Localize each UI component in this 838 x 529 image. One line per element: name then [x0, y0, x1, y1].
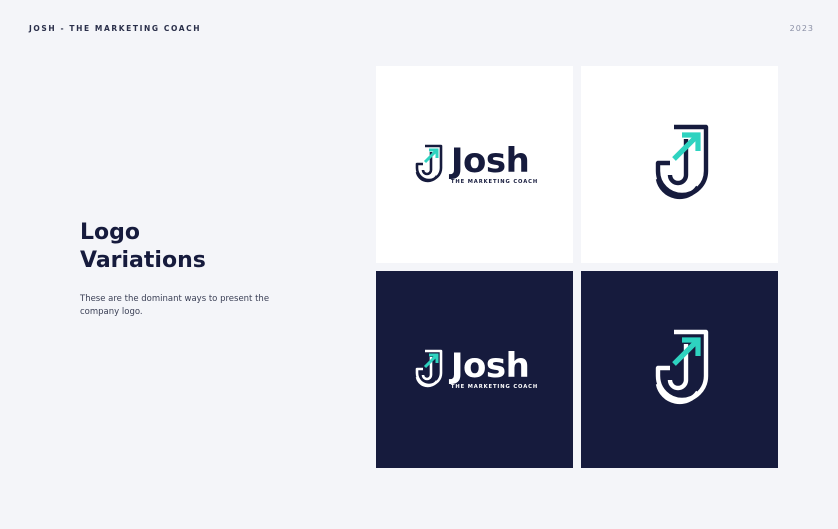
wordmark-tagline: THE MARKETING COACH: [450, 179, 539, 185]
wordmark-name: Josh: [450, 346, 530, 386]
page-title: Logo Variations: [80, 219, 206, 275]
variation-light-full: Josh THE MARKETING COACH: [376, 66, 573, 263]
wordmark: Josh THE MARKETING COACH: [451, 349, 538, 390]
j-logo-icon: [415, 349, 443, 387]
header-year: 2023: [789, 24, 814, 33]
variation-dark-icon: [581, 271, 778, 468]
logo-lockup: Josh THE MARKETING COACH: [411, 347, 538, 393]
wordmark: Josh THE MARKETING COACH: [451, 144, 538, 185]
logo-variations-grid: Josh THE MARKETING COACH Josh THE MARKET…: [376, 66, 778, 468]
title-line-1: Logo: [80, 220, 140, 245]
variation-light-icon: [581, 66, 778, 263]
header-brand: JOSH - THE MARKETING COACH: [29, 24, 202, 33]
wordmark-name: Josh: [450, 141, 530, 181]
title-line-2: Variations: [80, 248, 206, 273]
wordmark-tagline: THE MARKETING COACH: [450, 384, 539, 390]
description: These are the dominant ways to present t…: [80, 294, 270, 317]
j-logo-icon: [655, 124, 708, 199]
variation-dark-full: Josh THE MARKETING COACH: [376, 271, 573, 468]
j-logo-icon: [655, 329, 708, 404]
logo-lockup: Josh THE MARKETING COACH: [411, 142, 538, 188]
j-logo-icon: [415, 144, 443, 182]
